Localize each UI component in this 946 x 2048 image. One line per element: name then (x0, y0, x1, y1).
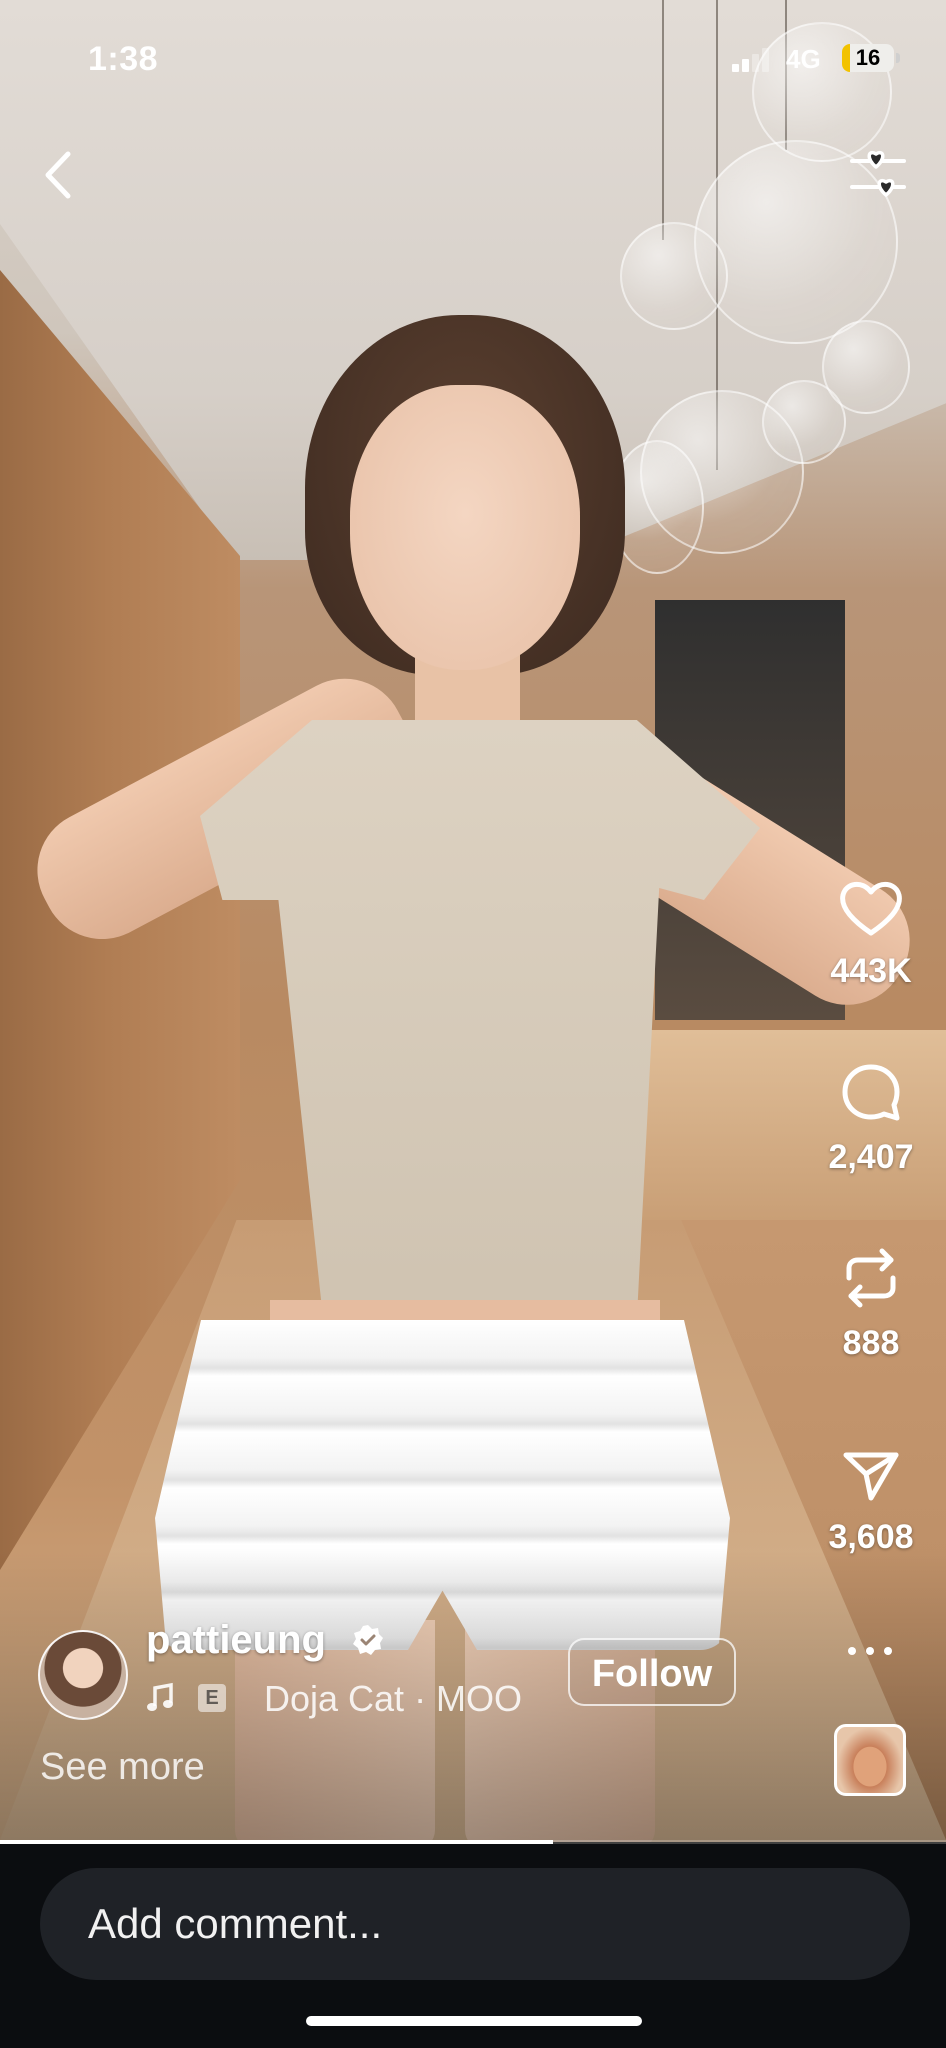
home-indicator (306, 2016, 642, 2026)
paper-plane-icon (843, 1452, 899, 1501)
like-action[interactable]: 443K (806, 878, 936, 991)
see-more-link[interactable]: See more (40, 1746, 205, 1789)
battery-icon: 16 (842, 44, 894, 72)
back-button[interactable] (34, 140, 88, 210)
battery-level: 16 (855, 45, 881, 70)
more-options-button[interactable] (846, 1640, 896, 1660)
person-face (350, 385, 580, 670)
profile-avatar[interactable] (38, 1630, 128, 1720)
battery-tip (896, 53, 900, 63)
follow-button[interactable]: Follow (568, 1638, 736, 1706)
comment-input[interactable]: Add comment... (40, 1868, 910, 1980)
pendant-lamp (762, 380, 846, 464)
repost-action[interactable]: 888 (806, 1246, 936, 1363)
like-count: 443K (830, 952, 912, 990)
comment-action[interactable]: 2,407 (806, 1062, 936, 1177)
speech-bubble-icon (842, 1064, 900, 1121)
chevron-left-icon (45, 151, 71, 199)
share-count: 3,608 (828, 1518, 914, 1556)
music-note-icon (147, 1682, 173, 1711)
signal-icon (732, 46, 772, 72)
verified-badge-icon (353, 1625, 383, 1655)
pendant-lamp (620, 222, 728, 330)
lamp-cord (662, 0, 664, 240)
audio-thumbnail[interactable] (834, 1724, 906, 1796)
status-time: 1:38 (88, 40, 159, 78)
dot (866, 1647, 874, 1655)
dot (848, 1647, 856, 1655)
pendant-lamp (752, 22, 892, 162)
explicit-badge: E (198, 1684, 226, 1712)
audio-track-link[interactable]: Doja Cat · MOO (264, 1678, 534, 1720)
repost-count: 888 (842, 1324, 900, 1362)
heart-icon (840, 882, 902, 936)
network-type: 4G (786, 44, 821, 74)
comment-count: 2,407 (828, 1138, 914, 1176)
reel-preferences-button[interactable] (846, 145, 910, 205)
hearts-sliders-icon (850, 151, 906, 197)
reel-video[interactable] (0, 0, 946, 1842)
share-action[interactable]: 3,608 (806, 1448, 936, 1557)
repost-icon (846, 1248, 896, 1308)
username[interactable]: pattieung (146, 1618, 326, 1663)
dot (884, 1647, 892, 1655)
